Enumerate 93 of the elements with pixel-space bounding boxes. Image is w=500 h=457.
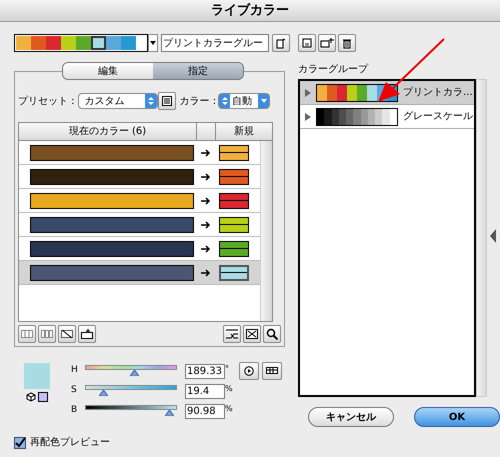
checkbox[interactable] [14,436,26,448]
color-swatch[interactable] [16,36,31,50]
new-color-swatch[interactable] [219,240,249,256]
web-color-icon [38,392,48,402]
unit-label: ° [225,363,230,375]
collapse-arrow-icon[interactable] [490,229,496,243]
value-field[interactable]: 90.98 [185,404,225,418]
color-preview [24,363,50,389]
arrow-icon [201,172,211,180]
crossed-box-icon [61,330,73,338]
exclude-color-button[interactable] [58,325,76,343]
random-order-button[interactable] [223,325,241,343]
delete-button[interactable] [338,34,356,52]
harmony-color-strip[interactable] [14,34,148,52]
find-color-button[interactable] [263,325,281,343]
unit-label: % [225,403,234,415]
crossed-arrows-icon [246,329,258,339]
stepper-icon [144,94,157,108]
color-swatch[interactable] [121,36,136,50]
window-title: ライブカラー [211,2,289,20]
color-mode-dropdown[interactable]: 自動 [218,93,270,109]
slider-track[interactable] [85,383,177,399]
arrow-icon [201,244,211,252]
value-field[interactable]: 189.33 [185,364,225,378]
color-reduction-button[interactable] [158,92,176,110]
slider-label: S [71,384,78,398]
trash-icon [342,38,352,48]
arrow-icon [201,196,211,204]
slider-track[interactable] [85,403,177,419]
new-color-swatch[interactable] [219,216,249,232]
arrow-icon [201,268,211,276]
checkbox-label: 再配色プレビュー [30,436,110,450]
color-groups-label: カラーグループ [298,62,368,77]
separate-colors-button[interactable] [38,325,56,343]
preset-dropdown[interactable]: カスタム [78,93,158,109]
new-color-swatch[interactable] [219,192,249,208]
color-mode-label: カラー : [180,94,216,108]
disclosure-triangle-icon[interactable] [305,88,311,96]
color-swatch[interactable] [91,36,106,50]
list-icon [162,96,172,106]
merge-colors-button[interactable] [18,325,36,343]
slider-label: H [71,364,79,378]
play-circle-icon [244,366,254,376]
color-swatch[interactable] [46,36,61,50]
randomize-button[interactable] [243,325,261,343]
caret-icon [150,41,156,45]
columns-icon [21,330,33,338]
column-header[interactable]: 現在のカラー (6) [19,123,197,140]
new-color-swatch[interactable] [219,168,249,184]
grid-icon [266,367,278,375]
caret-icon [258,94,270,108]
color-group-row[interactable]: グレースケール [300,105,474,129]
disclosure-triangle-icon[interactable] [305,112,311,120]
color-mapping-row[interactable] [19,261,260,285]
strip-dropdown-button[interactable] [148,34,158,52]
scrollbar[interactable] [260,141,272,321]
ok-button[interactable]: OK [414,407,500,427]
cancel-button[interactable]: キャンセル [308,407,394,427]
folder-plus-icon [320,38,334,48]
color-table-button[interactable] [262,362,282,380]
columns-icon [41,330,53,338]
save-button[interactable] [298,34,316,52]
slider-label: B [71,404,78,418]
color-swatch[interactable] [31,36,46,50]
scrollbar[interactable] [476,79,487,397]
value-field[interactable]: 19.4 [185,384,225,398]
shuffle-icon [226,329,238,339]
color-swatch[interactable] [76,36,91,50]
color-swatch[interactable] [61,36,76,50]
new-folder-button[interactable] [318,34,336,52]
unit-label: % [225,383,234,395]
stepper-icon [219,94,230,108]
magnifier-icon [266,328,278,340]
new-color-swatch[interactable] [219,144,249,160]
preset-label: プリセット : [18,94,75,108]
cube-icon [26,392,36,402]
tab[interactable]: 指定 [153,63,243,79]
color-group-row[interactable]: プリントカラ... [300,81,474,105]
new-color-swatch[interactable] [219,264,249,280]
new-group-button[interactable] [272,34,290,52]
document-icon [276,38,286,48]
new-row-button[interactable] [78,325,96,343]
arrow-icon [201,220,211,228]
column-header[interactable]: 新規 [216,123,272,140]
color-swatch[interactable] [106,36,121,50]
slider-track[interactable] [85,363,177,379]
options-button[interactable] [239,362,259,380]
color-group-name: プリントカラ... [403,86,473,100]
arrow-icon [201,148,211,156]
color-group-name: グレースケール [403,110,473,124]
tab[interactable]: 編集 [63,63,153,79]
group-name-field[interactable]: プリントカラーグルー [161,34,269,52]
add-box-icon [81,329,93,339]
